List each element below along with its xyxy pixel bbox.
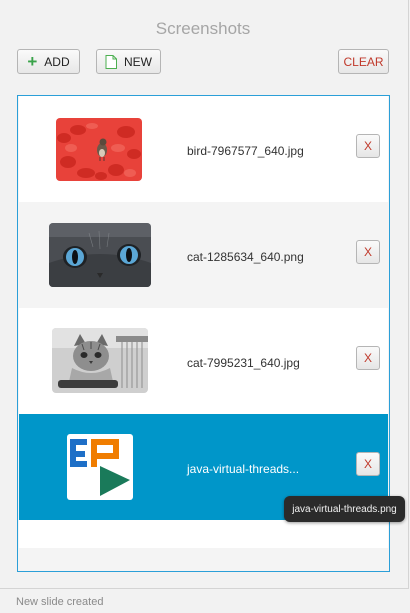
app-window: Screenshots + ADD NEW CLEAR bird-7967577… [0,0,409,589]
cat-face-thumbnail [49,223,151,287]
file-name: cat-7995231_640.jpg [187,356,300,370]
new-button-label: NEW [124,54,152,69]
list-item[interactable]: cat-1285634_640.png X [19,202,388,308]
clear-button-label: CLEAR [343,54,384,69]
empty-list-row [19,520,388,548]
ep-logo-thumbnail [67,434,133,500]
status-bar-text: New slide created [16,596,104,608]
remove-button[interactable]: X [356,346,380,370]
remove-button[interactable]: X [356,134,380,158]
plus-icon: + [27,51,38,71]
file-name: java-virtual-threads... [187,462,300,476]
window-title: Screenshots [155,19,251,38]
remove-button[interactable]: X [356,240,380,264]
list-item[interactable]: cat-7995231_640.jpg X [19,308,388,414]
file-name: bird-7967577_640.jpg [187,144,304,158]
clear-button[interactable]: CLEAR [338,49,389,74]
bird-thumbnail [56,118,142,181]
add-button-label: ADD [44,54,70,69]
file-name: cat-1285634_640.png [187,250,304,264]
list-item[interactable]: bird-7967577_640.jpg X [19,96,388,202]
new-document-icon [105,54,117,69]
new-button[interactable]: NEW [96,49,161,74]
tabby-cat-thumbnail [52,328,148,393]
filename-tooltip: java-virtual-threads.png [284,496,405,522]
add-button[interactable]: + ADD [17,49,80,74]
remove-button[interactable]: X [356,452,380,476]
